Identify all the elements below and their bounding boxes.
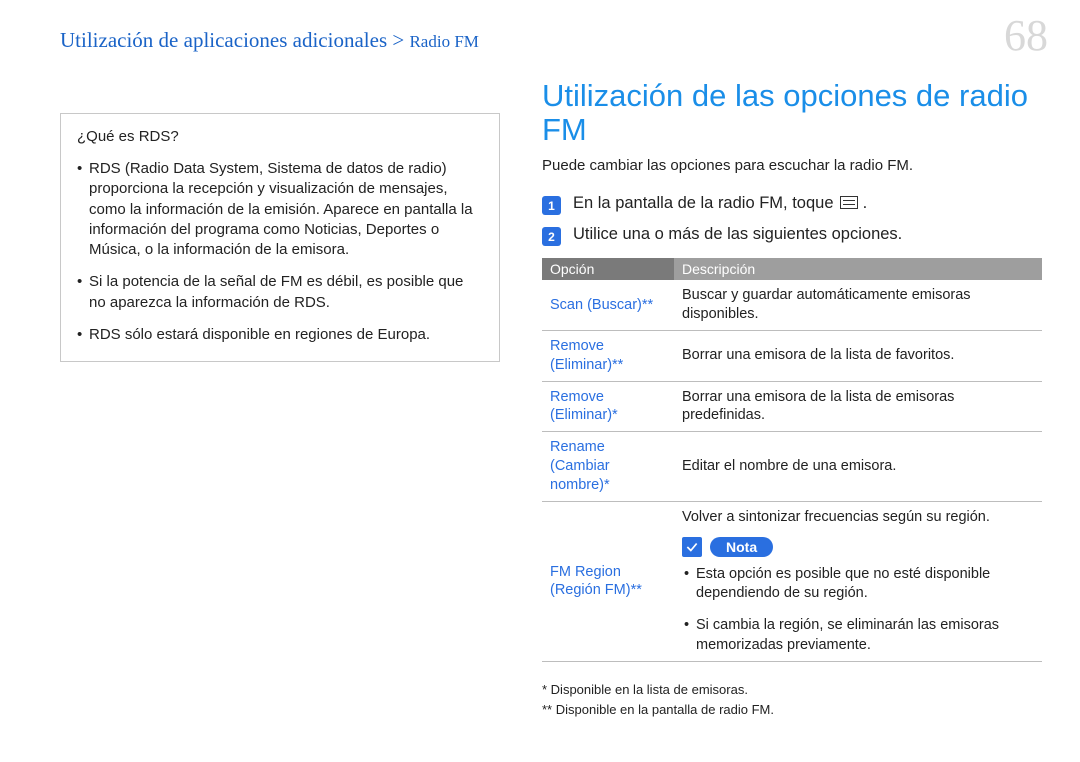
rds-list: RDS (Radio Data System, Sistema de datos… [77, 159, 483, 345]
note-item: Esta opción es posible que no esté dispo… [684, 565, 1034, 604]
table-row: Remove (Eliminar)** Borrar una emisora d… [542, 330, 1042, 381]
table-row: Scan (Buscar)** Buscar y guardar automát… [542, 280, 1042, 330]
breadcrumb-separator: > [387, 28, 409, 52]
section-title: Utilización de las opciones de radio FM [542, 79, 1042, 147]
rds-box-title: ¿Qué es RDS? [77, 128, 483, 145]
rds-info-box: ¿Qué es RDS? RDS (Radio Data System, Sis… [60, 113, 500, 362]
note-item: Si cambia la región, se eliminarán las e… [684, 616, 1034, 655]
list-item: RDS (Radio Data System, Sistema de datos… [77, 159, 483, 260]
desc-cell: Buscar y guardar automáticamente emisora… [674, 280, 1042, 330]
breadcrumb: Utilización de aplicaciones adicionales … [60, 28, 1044, 53]
option-cell: Remove (Eliminar)* [542, 381, 674, 432]
footnotes: * Disponible en la lista de emisoras. **… [542, 680, 1042, 719]
options-table: Opción Descripción Scan (Buscar)** Busca… [542, 258, 1042, 662]
table-row: Remove (Eliminar)* Borrar una emisora de… [542, 381, 1042, 432]
desc-cell: Editar el nombre de una emisora. [674, 432, 1042, 502]
step-1: 1 En la pantalla de la radio FM, toque . [542, 194, 1042, 215]
page-number: 68 [1004, 10, 1048, 61]
step-1-text: En la pantalla de la radio FM, toque [573, 194, 834, 212]
option-cell: FM Region (Región FM)** [542, 501, 674, 661]
note-box: Nota Esta opción es posible que no esté … [682, 537, 1034, 655]
desc-cell: Borrar una emisora de la lista de emisor… [674, 381, 1042, 432]
option-cell: Scan (Buscar)** [542, 280, 674, 330]
list-item: Si la potencia de la señal de FM es débi… [77, 272, 483, 313]
desc-cell: Borrar una emisora de la lista de favori… [674, 330, 1042, 381]
th-desc: Descripción [674, 258, 1042, 280]
section-subtitle: Puede cambiar las opciones para escuchar… [542, 157, 1042, 174]
step-2-text: Utilice una o más de las siguientes opci… [573, 225, 902, 244]
option-cell: Remove (Eliminar)** [542, 330, 674, 381]
desc-cell: Volver a sintonizar frecuencias según su… [674, 501, 1042, 661]
step-badge-2: 2 [542, 227, 561, 246]
list-item: RDS sólo estará disponible en regiones d… [77, 325, 483, 345]
note-icon [682, 537, 702, 557]
footnote-2: ** Disponible en la pantalla de radio FM… [542, 700, 1042, 720]
footnote-1: * Disponible en la lista de emisoras. [542, 680, 1042, 700]
th-option: Opción [542, 258, 674, 280]
step-2: 2 Utilice una o más de las siguientes op… [542, 225, 1042, 246]
note-label: Nota [710, 537, 773, 557]
fm-region-desc: Volver a sintonizar frecuencias según su… [682, 508, 1034, 527]
breadcrumb-main: Utilización de aplicaciones adicionales [60, 28, 387, 52]
step-badge-1: 1 [542, 196, 561, 215]
breadcrumb-sub: Radio FM [409, 32, 478, 51]
menu-icon [840, 196, 858, 209]
table-row: FM Region (Región FM)** Volver a sintoni… [542, 501, 1042, 661]
table-row: Rename (Cambiar nombre)* Editar el nombr… [542, 432, 1042, 502]
option-cell: Rename (Cambiar nombre)* [542, 432, 674, 502]
